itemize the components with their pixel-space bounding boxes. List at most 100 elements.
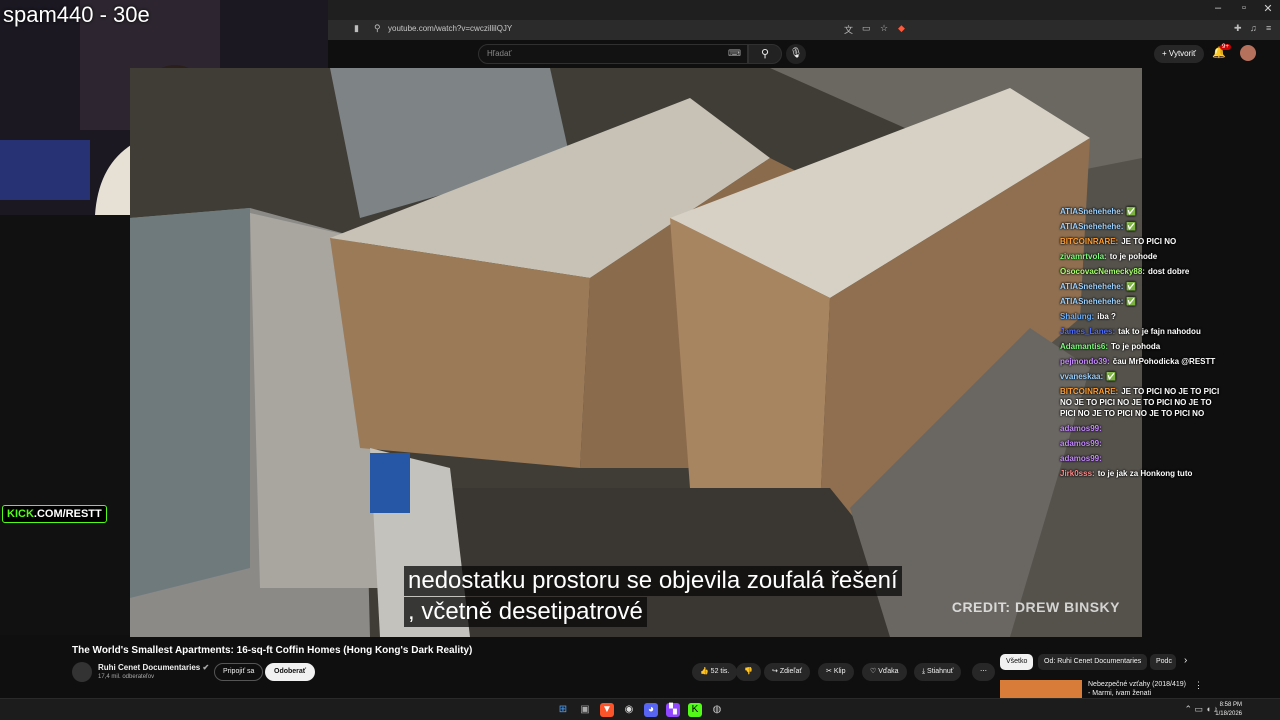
steam-icon[interactable]: ◍	[710, 703, 724, 717]
thanks-button[interactable]: ♡ Vďaka	[862, 663, 907, 681]
subtitle-line-2: , včetně desetipatrové	[404, 597, 647, 627]
discord-icon[interactable]: ◕	[644, 703, 658, 717]
scissors-icon: ✂	[826, 668, 834, 675]
chat-username: pejmondo39:	[1060, 357, 1110, 366]
twitch-icon[interactable]: ▚	[666, 703, 680, 717]
channel-avatar[interactable]	[72, 662, 92, 682]
chat-username: zivamrtvola:	[1060, 252, 1107, 261]
clock-date: 1/18/2026	[1215, 711, 1242, 717]
bookmark-icon[interactable]: ▮	[354, 23, 359, 34]
search-icon: ⚲	[760, 48, 770, 60]
chat-username: ATIASnehehehe:	[1060, 282, 1124, 291]
clip-label: Klip	[833, 668, 846, 675]
chat-text: ✅	[1126, 222, 1137, 231]
stream-title: spam440 - 30e	[3, 2, 150, 27]
create-button[interactable]: + Vytvoriť	[1154, 45, 1205, 63]
recommendation-menu-icon[interactable]: ⋮	[1194, 680, 1203, 691]
address-bar[interactable]: ▮ ⚲ youtube.com/watch?v=cwczillilQJY 文 ▭…	[328, 20, 1280, 40]
channel-name[interactable]: Ruhi Cenet Documentaries ✔	[98, 663, 209, 672]
search-input[interactable]: Hľadať ⌨	[478, 44, 748, 64]
download-label: Stiahnuť	[927, 668, 954, 675]
translate-icon[interactable]: 文	[844, 23, 853, 36]
chip-podcasts[interactable]: Podc	[1150, 654, 1176, 670]
brave-browser-icon[interactable]: ▼	[600, 703, 614, 717]
kick-link-badge: KICK.COM/RESTT	[2, 505, 107, 523]
share-label: Zdieľať	[779, 668, 802, 675]
chat-message: BITCOINRARE: JE TO PICI NO	[1060, 236, 1220, 247]
chevron-right-icon[interactable]: ›	[1184, 655, 1187, 666]
dislike-button[interactable]: 👎	[736, 663, 761, 681]
extensions-icon[interactable]: ✚	[1234, 23, 1242, 34]
star-icon[interactable]: ☆	[880, 23, 888, 34]
keyboard-icon[interactable]: ⌨	[728, 48, 741, 59]
minimize-button[interactable]: –	[1206, 2, 1230, 14]
brave-shield-icon[interactable]: ◆	[898, 23, 905, 34]
chat-message: pejmondo39: čau MrPohodicka @RESTT	[1060, 356, 1220, 367]
chat-username: adamos99:	[1060, 454, 1102, 463]
chip-all[interactable]: Všetko	[1000, 654, 1034, 670]
like-count: 52 tis.	[710, 668, 730, 675]
account-avatar[interactable]	[1240, 45, 1256, 61]
chat-username: BITCOINRARE:	[1060, 387, 1119, 396]
subscriber-count: 17,4 mil. odberateľov	[98, 674, 155, 680]
recommendation-title-line-1: Nebezpečné vzťahy (2018/419)	[1088, 681, 1186, 688]
url-text[interactable]: youtube.com/watch?v=cwczillilQJY	[388, 24, 512, 33]
video-credit-watermark: CREDIT: DREW BINSKY	[951, 599, 1120, 615]
chat-username: Jirk0sss:	[1060, 469, 1095, 478]
kick-app-icon[interactable]: K	[688, 703, 702, 717]
maximize-button[interactable]: ▫	[1232, 2, 1256, 14]
chat-message: James_Lanes: tak to je fajn nahodou	[1060, 326, 1220, 337]
clip-button[interactable]: ✂ Klip	[818, 663, 854, 681]
chat-message: adamos99:	[1060, 453, 1220, 464]
more-icon: ⋯	[980, 668, 987, 675]
chat-username: ATIASnehehehe:	[1060, 207, 1124, 216]
search-button[interactable]: ⚲	[748, 44, 782, 64]
channel-name-text[interactable]: Ruhi Cenet Documentaries	[98, 663, 200, 672]
share-button[interactable]: ↪ Zdieľať	[764, 663, 810, 681]
site-settings-icon[interactable]: ⚲	[374, 23, 381, 34]
chat-message: Shalung: iba ?	[1060, 311, 1220, 322]
video-player[interactable]: nedostatku prostoru se objevila zoufalá …	[130, 68, 1142, 637]
more-actions-button[interactable]: ⋯	[972, 663, 995, 681]
kick-rest: .COM/RESTT	[33, 508, 102, 520]
notification-count-badge: 9+	[1220, 44, 1231, 50]
close-button[interactable]: ✕	[1256, 2, 1280, 15]
chat-username: adamos99:	[1060, 424, 1102, 433]
chip-from-channel[interactable]: Od: Ruhi Cenet Documentaries	[1038, 654, 1148, 670]
menu-icon[interactable]: ≡	[1266, 23, 1271, 33]
chat-message: vvaneskaa: ✅	[1060, 371, 1220, 382]
windows-taskbar: ⊞ ▣ ▼ ◉ ◕ ▚ K ◍ ⌃ ▭ ◖ ♪ 8:58 PM 1/18/202…	[0, 698, 1280, 720]
download-button[interactable]: ⤓ Stiahnuť	[914, 663, 962, 681]
kick-prefix: KICK	[7, 508, 34, 520]
subtitle-line-1: nedostatku prostoru se objevila zoufalá …	[404, 566, 902, 596]
media-icon[interactable]: ♫	[1250, 23, 1257, 33]
subscribe-button[interactable]: Odoberať	[265, 663, 316, 681]
chat-text: To je pohoda	[1111, 342, 1161, 351]
chat-text: tak to je fajn nahodou	[1118, 327, 1201, 336]
join-button[interactable]: Pripojiť sa	[214, 663, 264, 681]
chat-username: Shalung:	[1060, 312, 1095, 321]
share-icon: ↪	[772, 668, 780, 675]
chat-text: iba ?	[1097, 312, 1116, 321]
windows-start-icon[interactable]: ⊞	[556, 703, 570, 717]
system-tray-icons[interactable]: ⌃ ▭ ◖ ♪	[1185, 704, 1218, 715]
chat-message: zivamrtvola: to je pohode	[1060, 251, 1220, 262]
like-button[interactable]: 👍 52 tis.	[692, 663, 738, 681]
chat-text: to je jak za Honkong tuto	[1097, 469, 1193, 478]
chat-username: adamos99:	[1060, 439, 1102, 448]
mic-icon: 🎙	[789, 48, 803, 59]
chat-username: OsocovacNemecky88:	[1060, 267, 1145, 276]
chat-overlay: ATIASnehehehe: ✅ ATIASnehehehe: ✅ BITCOINRAR…	[1060, 206, 1220, 483]
clock[interactable]: 8:58 PM 1/18/2026	[1215, 701, 1242, 719]
recommendation-thumbnail[interactable]	[1000, 680, 1082, 698]
chat-text: ✅	[1106, 372, 1117, 381]
task-view-icon[interactable]: ▣	[578, 703, 592, 717]
thumbs-up-icon: 👍	[700, 668, 711, 675]
browser-titlebar: – ▫ ✕	[328, 0, 1280, 20]
recommendation-title[interactable]: Nebezpečné vzťahy (2018/419) - Marmi, iv…	[1088, 680, 1186, 698]
obs-icon[interactable]: ◉	[622, 703, 636, 717]
screenshot-icon[interactable]: ▭	[862, 23, 871, 34]
plus-icon: +	[1162, 49, 1169, 58]
voice-search-button[interactable]: 🎙	[786, 44, 806, 64]
chat-message: BITCOINRARE: JE TO PICI NO JE TO PICI NO …	[1060, 386, 1220, 419]
